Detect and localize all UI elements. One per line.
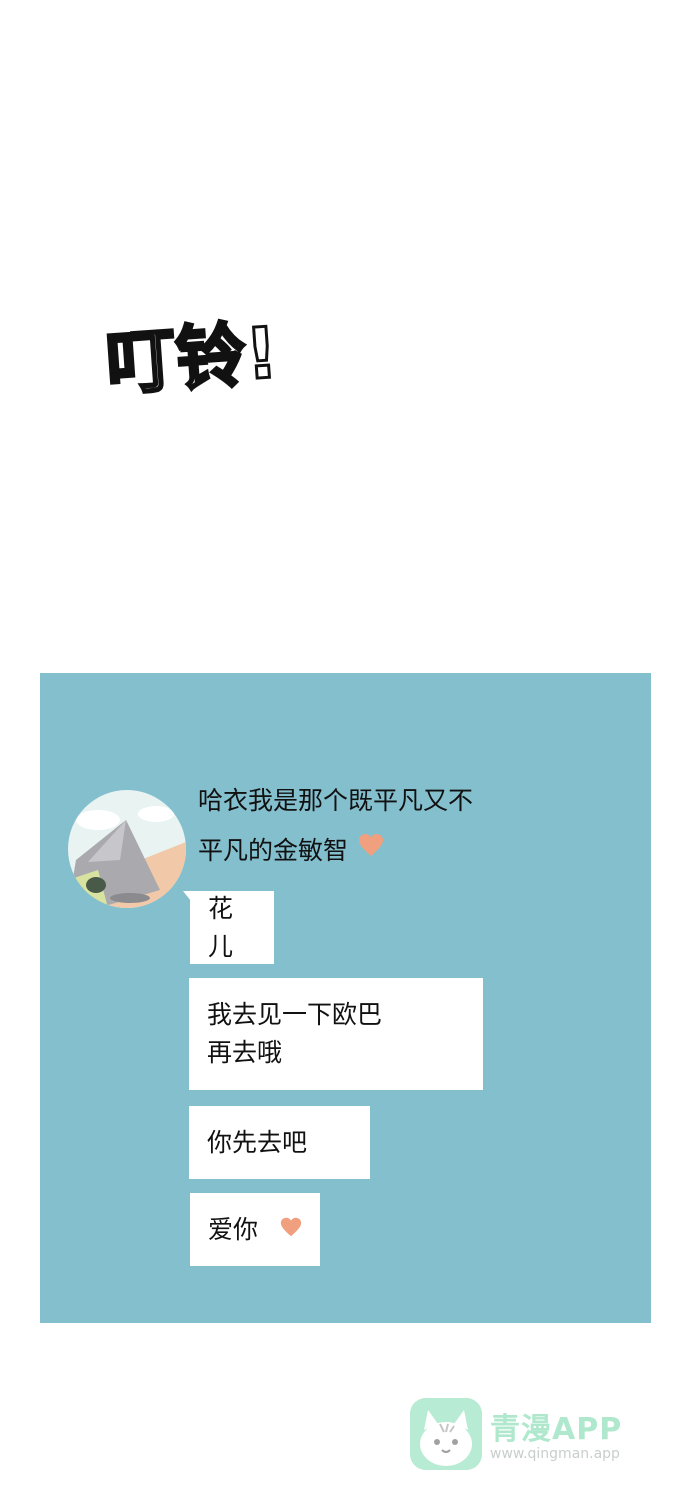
- heart-icon: [280, 1211, 302, 1249]
- status-line-1: 哈衣我是那个既平凡又不: [198, 786, 474, 815]
- contact-status-message: 哈衣我是那个既平凡又不 平凡的金敏智: [198, 776, 538, 877]
- message-text: 花儿: [208, 893, 234, 961]
- message-text: 我去见一下欧巴 再去哦: [207, 1000, 383, 1067]
- message-text: 你先去吧: [207, 1127, 308, 1157]
- watermark: 青漫APP www.qingman.app: [410, 1398, 680, 1470]
- status-line-2-text: 平凡的金敏智: [198, 836, 349, 865]
- chat-panel: 哈衣我是那个既平凡又不 平凡的金敏智 花儿 我去见一下欧巴 再去哦 你先去吧 爱…: [40, 673, 651, 1323]
- cat-logo-icon: [410, 1398, 482, 1470]
- watermark-url: www.qingman.app: [490, 1446, 620, 1462]
- message-bubble[interactable]: 你先去吧: [189, 1106, 370, 1179]
- message-bubble[interactable]: 花儿: [183, 891, 274, 964]
- sound-effect-lettering: 叮铃!: [102, 310, 282, 407]
- sound-effect-text: 叮铃!: [100, 300, 300, 410]
- contact-avatar[interactable]: [68, 790, 186, 908]
- mountain-avatar-image: [68, 790, 186, 908]
- message-bubble[interactable]: 爱你: [190, 1193, 320, 1266]
- watermark-title: 青漫APP: [490, 1412, 623, 1447]
- sound-effect-label: 叮铃!: [103, 312, 280, 406]
- heart-icon: [358, 824, 384, 874]
- message-text: 爱你: [208, 1214, 259, 1244]
- message-bubble[interactable]: 我去见一下欧巴 再去哦: [189, 978, 483, 1090]
- status-line-2: 平凡的金敏智: [198, 826, 538, 877]
